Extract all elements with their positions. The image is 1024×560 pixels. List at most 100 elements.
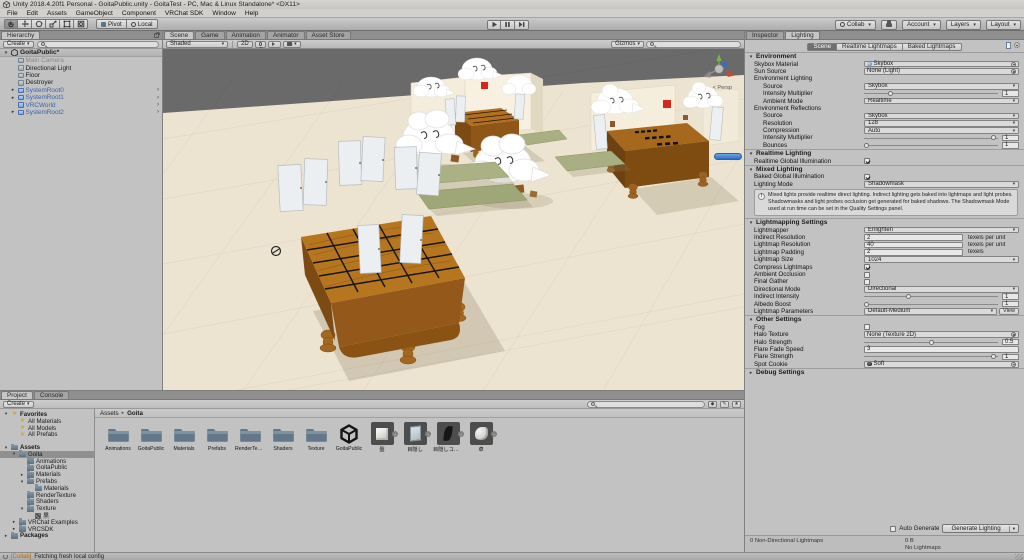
scene-search-input[interactable] bbox=[656, 41, 737, 47]
textfield-flare-fade-speed[interactable]: 3 bbox=[864, 346, 1019, 353]
asset-目隠し[interactable]: › 目隠し bbox=[400, 422, 431, 453]
hierarchy-search-input[interactable] bbox=[46, 41, 155, 47]
slider-value[interactable]: 1 bbox=[1002, 300, 1019, 308]
dropdown-lightmap-parameters[interactable]: Default-Medium ▾ bbox=[864, 308, 997, 315]
project-search[interactable] bbox=[587, 400, 705, 408]
expander-icon[interactable]: ▾ bbox=[3, 411, 9, 417]
project-create-button[interactable]: Create bbox=[3, 400, 34, 408]
project-search-input[interactable] bbox=[597, 401, 701, 407]
object-field-halo-texture[interactable]: None (Texture 2D) bbox=[864, 331, 1019, 339]
checkbox-compress-lightmaps[interactable] bbox=[864, 264, 870, 271]
scale-tool-button[interactable] bbox=[46, 19, 60, 29]
expand-asset-arrow[interactable]: › bbox=[491, 431, 497, 437]
save-search-button[interactable]: ★ bbox=[732, 400, 741, 408]
expander-closed-icon[interactable]: ▸ bbox=[10, 95, 16, 101]
asset-animations[interactable]: Animations bbox=[103, 422, 133, 452]
slider-flare-strength[interactable] bbox=[864, 353, 998, 360]
lighting-subtab-realtime-lightmaps[interactable]: Realtime Lightmaps bbox=[837, 42, 903, 51]
tab-scene[interactable]: Scene bbox=[164, 31, 195, 39]
checkbox-baked-global-illumination[interactable] bbox=[864, 173, 870, 180]
scene-root-row[interactable]: ▾ GoitaPublic* bbox=[0, 49, 162, 57]
layout-button[interactable]: Layout bbox=[985, 19, 1021, 30]
account-button[interactable]: Account bbox=[901, 19, 941, 30]
textfield-lightmap-resolution[interactable]: 40 bbox=[864, 241, 963, 249]
generate-lighting-button[interactable]: Generate Lighting ▾ bbox=[942, 524, 1019, 533]
move-tool-button[interactable] bbox=[18, 19, 32, 29]
menu-edit[interactable]: Edit bbox=[23, 10, 42, 17]
hand-tool-button[interactable] bbox=[4, 19, 18, 29]
slider-halo-strength[interactable] bbox=[864, 339, 998, 346]
expander-icon[interactable]: ▾ bbox=[3, 445, 9, 451]
expander-icon[interactable]: ▾ bbox=[11, 451, 17, 457]
asset-rendertextu[interactable]: RenderTextu... bbox=[235, 422, 265, 452]
slider-value[interactable]: 1 bbox=[1002, 142, 1019, 149]
expander-closed-icon[interactable]: ▸ bbox=[10, 109, 16, 115]
scene-lighting-toggle[interactable] bbox=[254, 40, 267, 48]
checkbox-final-gather[interactable] bbox=[864, 278, 870, 285]
chevron-down-icon[interactable]: ▾ bbox=[1008, 525, 1018, 532]
slider-indirect-intensity[interactable] bbox=[864, 293, 998, 300]
hierarchy-search[interactable] bbox=[36, 40, 159, 48]
asset-prefabs[interactable]: Prefabs bbox=[202, 422, 232, 452]
object-picker-icon[interactable] bbox=[1011, 332, 1016, 338]
hierarchy-item-destroyer[interactable]: Destroyer bbox=[0, 79, 162, 86]
section-header-mixed-lighting[interactable]: ▾ Mixed Lighting bbox=[745, 164, 1024, 173]
step-button[interactable] bbox=[515, 19, 529, 30]
slider-bounces[interactable] bbox=[864, 142, 998, 149]
tab-animation[interactable]: Animation bbox=[225, 31, 266, 39]
lighting-subtab-scene[interactable]: Scene bbox=[807, 42, 838, 51]
tab-asset-store[interactable]: Asset Store bbox=[305, 31, 351, 39]
search-by-type-button[interactable]: ◆ bbox=[708, 400, 717, 408]
tab-game[interactable]: Game bbox=[195, 31, 225, 39]
slider-value[interactable]: 1 bbox=[1002, 90, 1019, 97]
slider-intensity-multiplier[interactable] bbox=[864, 134, 998, 141]
hierarchy-item-main-camera[interactable]: Main Camera bbox=[0, 57, 162, 64]
slider-knob[interactable] bbox=[991, 354, 997, 360]
scene-effects-toggle[interactable] bbox=[283, 40, 301, 48]
slider-value[interactable]: 0.5 bbox=[1002, 338, 1019, 346]
hierarchy-create-button[interactable]: Create bbox=[3, 40, 34, 48]
section-header-other-settings[interactable]: ▾ Other Settings bbox=[745, 315, 1024, 323]
expander-open-icon[interactable]: ▾ bbox=[3, 50, 9, 56]
tab-animator[interactable]: Animator bbox=[266, 31, 305, 39]
rect-tool-button[interactable] bbox=[60, 19, 74, 29]
slider-knob[interactable] bbox=[928, 339, 934, 345]
menu-help[interactable]: Help bbox=[241, 10, 263, 17]
lock-icon[interactable] bbox=[154, 31, 160, 38]
slider-intensity-multiplier[interactable] bbox=[864, 90, 998, 97]
menu-file[interactable]: File bbox=[3, 10, 22, 17]
textfield-indirect-resolution[interactable]: 2 bbox=[864, 234, 963, 241]
asset-texture[interactable]: Texture bbox=[301, 422, 331, 452]
tab-inspector[interactable]: Inspector bbox=[746, 31, 785, 39]
object-picker-icon[interactable] bbox=[1011, 361, 1016, 367]
dropdown-resolution[interactable]: 128 ▾ bbox=[864, 119, 1019, 127]
textfield-lightmap-padding[interactable]: 2 bbox=[864, 249, 963, 256]
hierarchy-item-systemroot0[interactable]: ▸ SystemRoot0 › bbox=[0, 87, 162, 94]
expand-asset-arrow[interactable]: › bbox=[392, 431, 398, 437]
expander-icon[interactable]: ▸ bbox=[11, 519, 17, 525]
asset-卓[interactable]: › 卓 bbox=[466, 422, 497, 453]
pivot-button[interactable]: Pivot bbox=[96, 19, 127, 29]
rotate-tool-button[interactable] bbox=[32, 19, 46, 29]
breadcrumb-current[interactable]: Goita bbox=[127, 410, 143, 417]
menu-gameobject[interactable]: GameObject bbox=[72, 10, 117, 17]
breadcrumb-root[interactable]: Assets bbox=[100, 410, 119, 417]
section-header-debug-settings[interactable]: ▸ Debug Settings bbox=[745, 367, 1024, 376]
slider-value[interactable]: 1 bbox=[1002, 353, 1019, 361]
gizmos-dropdown[interactable]: Gizmos bbox=[611, 40, 644, 48]
asset-materials[interactable]: Materials bbox=[169, 422, 199, 452]
slider-albedo-boost[interactable] bbox=[864, 301, 998, 308]
tree-item-packages[interactable]: ▸ Packages bbox=[0, 531, 94, 539]
texture-preview-icon[interactable] bbox=[1006, 42, 1011, 49]
slider-knob[interactable] bbox=[905, 294, 911, 300]
scene-3d-viewport[interactable]: < Persp bbox=[163, 49, 744, 390]
slider-knob[interactable] bbox=[888, 91, 894, 97]
tree-item-all-prefabs[interactable]: ★ All Prefabs bbox=[0, 431, 94, 438]
hierarchy-item-systemroot1[interactable]: ▸ SystemRoot1 › bbox=[0, 94, 162, 101]
tab-lighting[interactable]: Lighting bbox=[785, 31, 820, 39]
checkbox-ambient-occlusion[interactable] bbox=[864, 271, 870, 278]
asset-shaders[interactable]: Shaders bbox=[268, 422, 298, 452]
shading-mode-dropdown[interactable]: Shaded ▾ bbox=[166, 40, 228, 48]
dropdown-directional-mode[interactable]: Directional ▾ bbox=[864, 285, 1019, 293]
dropdown-lighting-mode[interactable]: Shadowmask ▾ bbox=[864, 181, 1019, 188]
